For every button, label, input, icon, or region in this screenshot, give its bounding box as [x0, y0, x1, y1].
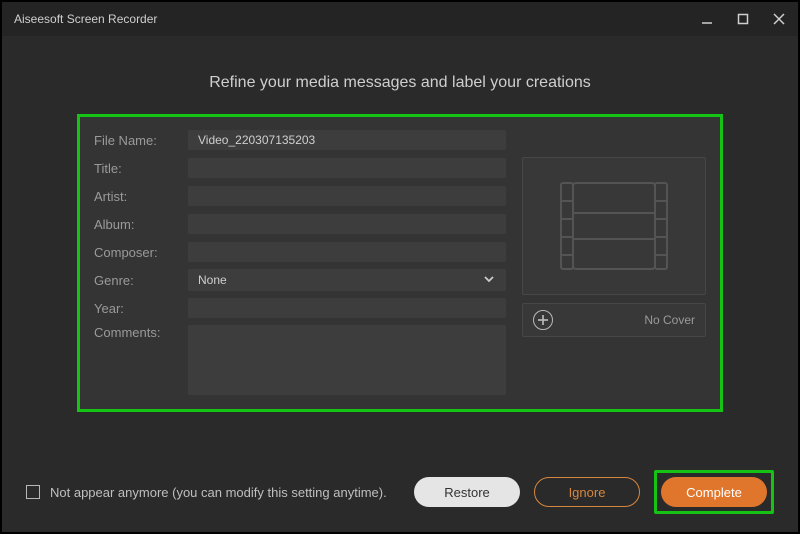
- film-strip-icon: [559, 177, 669, 275]
- row-album: Album:: [94, 213, 506, 235]
- row-comments: Comments:: [94, 325, 506, 395]
- label-artist: Artist:: [94, 189, 176, 204]
- not-appear-checkbox[interactable]: Not appear anymore (you can modify this …: [26, 485, 400, 500]
- checkbox-box[interactable]: [26, 485, 40, 499]
- maximize-icon: [736, 12, 750, 26]
- row-genre: Genre: None: [94, 269, 506, 291]
- row-artist: Artist:: [94, 185, 506, 207]
- app-window: Aiseesoft Screen Recorder Refine your me…: [0, 0, 800, 534]
- minimize-button[interactable]: [700, 12, 714, 26]
- titlebar: Aiseesoft Screen Recorder: [2, 2, 798, 36]
- chevron-down-icon: [482, 272, 496, 289]
- row-file-name: File Name: Video_220307135203: [94, 129, 506, 151]
- complete-highlight: Complete: [654, 470, 774, 514]
- label-year: Year:: [94, 301, 176, 316]
- album-input[interactable]: [188, 214, 506, 234]
- label-genre: Genre:: [94, 273, 176, 288]
- restore-button[interactable]: Restore: [414, 477, 520, 507]
- ignore-button[interactable]: Ignore: [534, 477, 640, 507]
- comments-input[interactable]: [188, 325, 506, 395]
- close-button[interactable]: [772, 12, 786, 26]
- genre-value: None: [198, 273, 227, 287]
- minimize-icon: [700, 12, 714, 26]
- app-title: Aiseesoft Screen Recorder: [14, 12, 700, 26]
- title-input[interactable]: [188, 158, 506, 178]
- footer: Not appear anymore (you can modify this …: [2, 470, 798, 514]
- no-cover-label: No Cover: [644, 313, 695, 327]
- composer-input[interactable]: [188, 242, 506, 262]
- plus-icon: [537, 314, 549, 326]
- complete-button[interactable]: Complete: [661, 477, 767, 507]
- cover-toolbar: No Cover: [522, 303, 706, 337]
- genre-select[interactable]: None: [188, 269, 506, 291]
- label-composer: Composer:: [94, 245, 176, 260]
- main-area: Refine your media messages and label you…: [2, 36, 798, 532]
- year-input[interactable]: [188, 298, 506, 318]
- label-title: Title:: [94, 161, 176, 176]
- artist-input[interactable]: [188, 186, 506, 206]
- row-year: Year:: [94, 297, 506, 319]
- row-title: Title:: [94, 157, 506, 179]
- file-name-input[interactable]: Video_220307135203: [188, 130, 506, 150]
- add-cover-button[interactable]: [533, 310, 553, 330]
- checkbox-label: Not appear anymore (you can modify this …: [50, 485, 387, 500]
- cover-column: No Cover: [522, 129, 706, 395]
- window-controls: [700, 12, 786, 26]
- metadata-panel: File Name: Video_220307135203 Title: Art…: [77, 114, 723, 412]
- form-column: File Name: Video_220307135203 Title: Art…: [94, 129, 506, 395]
- close-icon: [772, 12, 786, 26]
- label-album: Album:: [94, 217, 176, 232]
- label-comments: Comments:: [94, 325, 176, 340]
- maximize-button[interactable]: [736, 12, 750, 26]
- page-heading: Refine your media messages and label you…: [209, 74, 591, 92]
- label-file-name: File Name:: [94, 133, 176, 148]
- cover-preview: [522, 157, 706, 295]
- row-composer: Composer:: [94, 241, 506, 263]
